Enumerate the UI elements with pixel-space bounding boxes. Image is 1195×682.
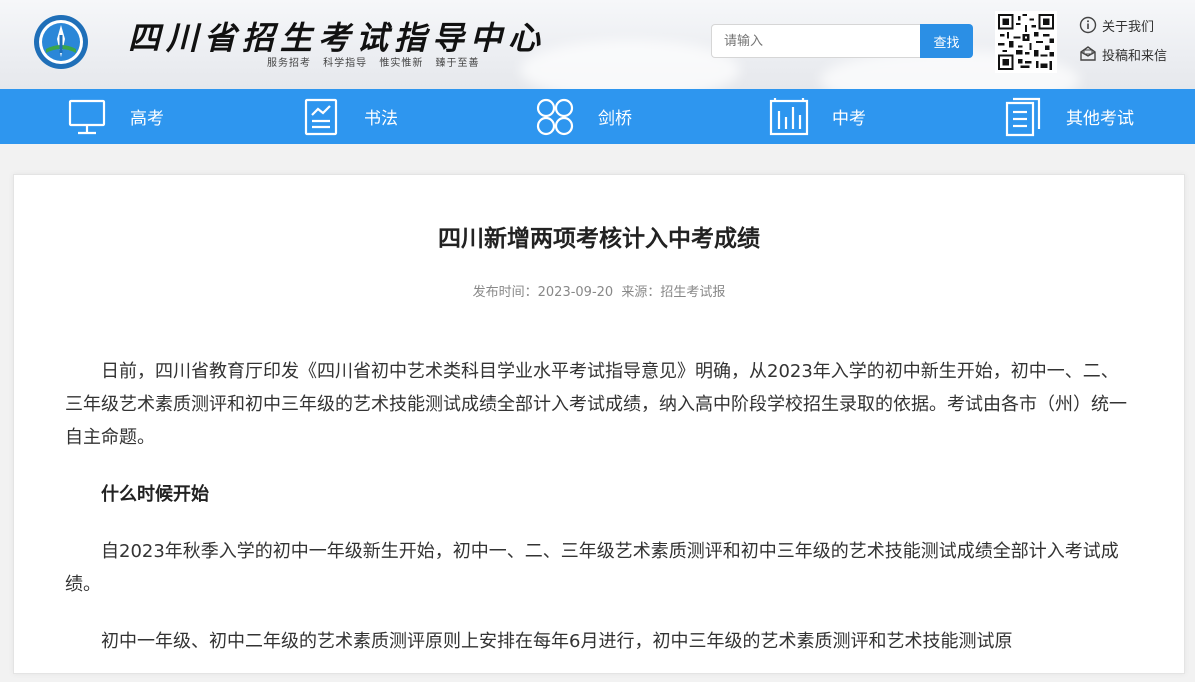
nav-item-label: 剑桥: [598, 109, 632, 129]
nav-item-zhongkao[interactable]: 中考: [702, 89, 936, 144]
article-panel: 四川新增两项考核计入中考成绩 发布时间：2023-09-20 来源：招生考试报 …: [13, 174, 1185, 674]
top-links: 关于我们 投稿和来信: [1079, 14, 1167, 72]
article-subheading: 什么时候开始: [101, 484, 209, 505]
search-button[interactable]: 查找: [920, 24, 973, 58]
article-paragraph: 初中一年级、初中二年级的艺术素质测评原则上安排在每年6月进行，初中三年级的艺术素…: [101, 631, 1013, 652]
article-meta: 发布时间：2023-09-20 来源：招生考试报: [14, 281, 1184, 300]
contribute-link[interactable]: 投稿和来信: [1079, 43, 1167, 65]
nav-item-cambridge[interactable]: 剑桥: [468, 89, 702, 144]
nav-item-label: 其他考试: [1066, 109, 1134, 129]
mail-icon: [1080, 46, 1096, 61]
article-source: 来源：招生考试报: [621, 285, 726, 300]
nav-item-other-exams[interactable]: 其他考试: [936, 89, 1170, 144]
site-slogan: 服务招考 科学指导 惟实惟新 臻于至善: [267, 58, 480, 69]
bar-chart-icon: [768, 96, 810, 138]
info-icon: [1079, 16, 1097, 34]
site-header: 四川省招生考试指导中心 服务招考 科学指导 惟实惟新 臻于至善 查找: [0, 0, 1195, 89]
header-cloud-decoration: [520, 40, 740, 89]
grid-circles-icon: [534, 96, 576, 138]
nav-item-gaokao[interactable]: 高考: [0, 89, 234, 144]
nav-item-label: 中考: [832, 109, 866, 129]
nav-item-label: 高考: [130, 109, 164, 129]
about-us-label: 关于我们: [1102, 19, 1155, 35]
nav-item-calligraphy[interactable]: 书法: [234, 89, 468, 144]
monitor-icon: [66, 96, 108, 138]
site-logo-icon[interactable]: [32, 13, 90, 71]
qr-code-icon: [995, 11, 1057, 73]
nav-item-label: 书法: [364, 109, 398, 129]
search-box: 查找: [711, 24, 973, 58]
article-paragraph: 日前，四川省教育厅印发《四川省初中艺术类科目学业水平考试指导意见》明确，从202…: [65, 361, 1127, 448]
publish-date: 发布时间：2023-09-20: [472, 285, 614, 300]
clipboard-chart-icon: [300, 96, 342, 138]
article-body: 日前，四川省教育厅印发《四川省初中艺术类科目学业水平考试指导意见》明确，从202…: [65, 355, 1135, 682]
main-nav: 高考 书法 剑桥 中考 其他考试: [0, 89, 1195, 144]
about-us-link[interactable]: 关于我们: [1079, 14, 1167, 36]
article-paragraph: 自2023年秋季入学的初中一年级新生开始，初中一、二、三年级艺术素质测评和初中三…: [65, 541, 1119, 595]
site-title: 四川省招生考试指导中心: [128, 19, 547, 57]
article-title: 四川新增两项考核计入中考成绩: [438, 226, 760, 252]
contribute-label: 投稿和来信: [1102, 48, 1168, 64]
document-icon: [1002, 96, 1044, 138]
search-input[interactable]: [711, 24, 920, 58]
